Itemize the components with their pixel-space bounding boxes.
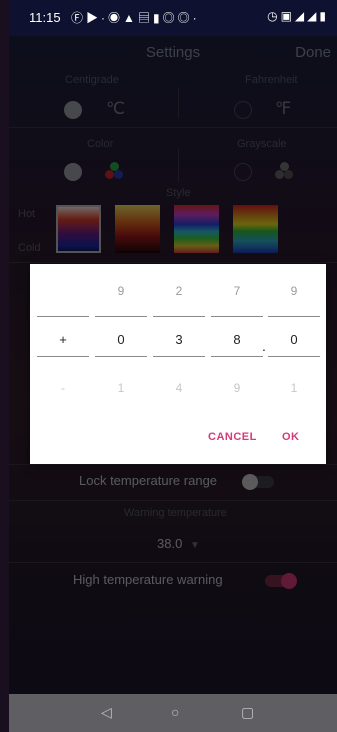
divider — [9, 127, 337, 128]
cold-label: Cold — [18, 242, 41, 254]
color-divider — [178, 148, 179, 182]
back-triangle-icon[interactable]: ◁ — [101, 704, 112, 721]
picker-line — [268, 316, 320, 317]
circle-app-icon: ◎ — [162, 11, 178, 25]
battery-icon: ▮ — [319, 9, 329, 23]
divider — [9, 464, 337, 465]
grayscale-radio[interactable] — [234, 163, 252, 181]
picker-line — [153, 356, 205, 357]
dot-icon: · — [192, 11, 200, 25]
unit-divider — [178, 88, 179, 118]
grayscale-label: Grayscale — [237, 138, 287, 150]
palette-hot-swatch[interactable] — [115, 205, 160, 253]
picker-digit-2[interactable]: 3 — [153, 332, 205, 347]
picker-digit-1[interactable]: 0 — [95, 332, 147, 347]
picker-line — [211, 356, 263, 357]
home-circle-icon[interactable]: ○ — [171, 704, 179, 720]
picker-above: 9 — [290, 284, 298, 298]
divider — [9, 500, 337, 501]
centigrade-radio[interactable] — [64, 101, 82, 119]
gallery-icon: ▤ — [137, 11, 153, 25]
palette-ironbow-swatch[interactable] — [56, 205, 101, 253]
warning-temperature-dropdown[interactable]: 38.0 ▼ — [157, 536, 200, 551]
grayscale-dots-icon — [275, 162, 293, 180]
high-temp-warning-label: High temperature warning — [73, 572, 223, 587]
fahrenheit-label: Fahrenheit — [245, 74, 298, 86]
picker-above: 9 — [117, 284, 125, 298]
toggle-knob — [281, 573, 297, 589]
picker-line — [95, 316, 147, 317]
picker-line — [37, 316, 89, 317]
warning-icon: ▲ — [123, 11, 138, 25]
picker-above: 2 — [175, 284, 183, 298]
notification-icons: Ⓕ▶·◉▲▤▮◎◎· — [71, 9, 200, 26]
centigrade-symbol: ℃ — [106, 99, 126, 118]
decimal-separator: . — [262, 338, 266, 354]
color-label: Color — [87, 138, 114, 150]
youtube-icon: ▶ — [86, 11, 102, 25]
dot-icon: · — [101, 11, 109, 25]
status-time: 11:15 — [29, 10, 61, 25]
signal-icon: ◢ — [294, 9, 308, 23]
app-icon: ◉ — [108, 11, 124, 25]
number-picker-dialog: 9 + - 9 0 1 2 3 4 7 8 9 . 9 0 1 CANCEL O… — [30, 264, 326, 464]
picker-below: 1 — [117, 381, 125, 395]
palette-rainbow-swatch[interactable] — [174, 205, 219, 253]
ok-button[interactable]: OK — [282, 431, 300, 443]
color-radio[interactable] — [64, 163, 82, 181]
divider — [9, 562, 337, 563]
page-title: Settings — [145, 44, 201, 61]
nfc-icon: ▣ — [280, 9, 295, 23]
cancel-button[interactable]: CANCEL — [208, 431, 257, 443]
fahrenheit-radio[interactable] — [234, 101, 252, 119]
picker-below: 4 — [175, 381, 183, 395]
centigrade-label: Centigrade — [65, 74, 119, 86]
divider — [9, 262, 337, 263]
status-bar: 11:15 Ⓕ▶·◉▲▤▮◎◎· ◷▣◢◢▮ — [9, 0, 337, 36]
picker-below: 1 — [290, 381, 298, 395]
caret-down-icon: ▼ — [189, 540, 200, 551]
picker-above: 7 — [233, 284, 241, 298]
warning-temperature-value: 38.0 — [157, 536, 183, 551]
high-temp-warning-toggle[interactable] — [265, 573, 297, 589]
picker-line — [95, 356, 147, 357]
picker-line — [268, 356, 320, 357]
navigation-bar: ◁ ○ ▢ — [9, 694, 337, 732]
system-icons: ◷▣◢◢▮ — [267, 9, 329, 23]
done-button[interactable]: Done — [295, 44, 331, 61]
palette-spectrum-swatch[interactable] — [233, 205, 278, 253]
app-screen: 11:15 Ⓕ▶·◉▲▤▮◎◎· ◷▣◢◢▮ Settings Done Cen… — [9, 0, 337, 732]
alarm-icon: ◷ — [267, 9, 281, 23]
picker-below: 9 — [233, 381, 241, 395]
toggle-knob — [242, 474, 258, 490]
clipboard-icon: ▮ — [152, 11, 163, 25]
picker-below: - — [61, 381, 65, 395]
recents-square-icon[interactable]: ▢ — [241, 704, 254, 721]
picker-digit-4[interactable]: 0 — [268, 332, 320, 347]
picker-line — [153, 316, 205, 317]
facebook-icon: Ⓕ — [71, 11, 87, 25]
signal-icon: ◢ — [307, 9, 320, 23]
circle-app-icon: ◎ — [177, 11, 193, 25]
hot-label: Hot — [18, 208, 36, 220]
fahrenheit-symbol: ℉ — [275, 99, 292, 118]
lock-temperature-label: Lock temperature range — [79, 473, 218, 488]
color-dots-icon — [105, 162, 123, 180]
lock-temperature-toggle[interactable] — [242, 474, 274, 490]
picker-line — [37, 356, 89, 357]
picker-digit-3[interactable]: 8 — [211, 332, 263, 347]
picker-sign[interactable]: + — [37, 332, 89, 347]
style-label: Style — [166, 187, 191, 199]
warning-temperature-label: Warning temperature — [124, 507, 227, 519]
picker-line — [211, 316, 263, 317]
